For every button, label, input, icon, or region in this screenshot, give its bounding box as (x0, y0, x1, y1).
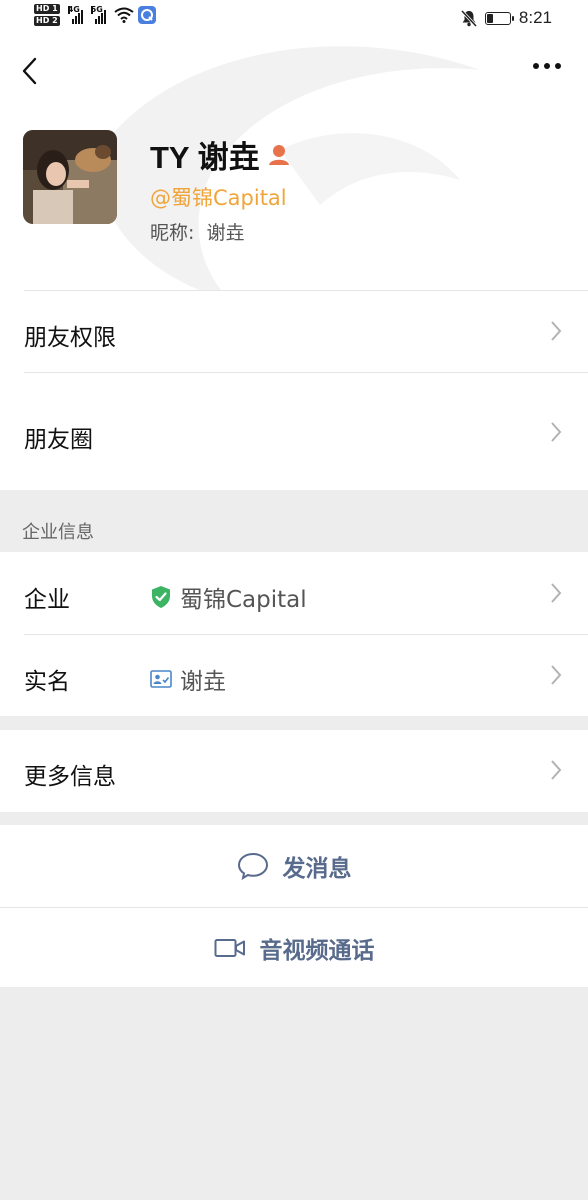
profile-name: TY 谢垚 (150, 132, 290, 177)
verified-shield-icon (152, 586, 170, 608)
app-notification-icon (137, 6, 156, 24)
clock: 8:21 (518, 8, 552, 27)
moments-label: 朋友圈 (24, 427, 93, 453)
chevron-right-icon (551, 583, 562, 603)
chevron-right-icon (551, 665, 562, 685)
video-camera-icon (214, 938, 245, 957)
back-arrow-icon[interactable] (20, 56, 40, 86)
hd1-badge: HD 1 (34, 4, 60, 14)
realname-text: 谢垚 (180, 669, 226, 695)
enterprise-company-row[interactable]: 企业 蜀锦Capital (0, 552, 588, 634)
hd2-badge: HD 2 (34, 16, 60, 26)
menu-friend-permissions[interactable]: 朋友权限 (0, 290, 588, 372)
profile-name-text: TY 谢垚 (150, 140, 260, 175)
more-info-row[interactable]: 更多信息 (0, 730, 588, 812)
enterprise-section-title: 企业信息 (22, 522, 94, 543)
more-options-icon[interactable] (532, 62, 562, 70)
more-info-label: 更多信息 (24, 764, 116, 790)
battery-fill (486, 13, 493, 23)
status-right: 8:21 (460, 8, 552, 28)
watermark-logo (98, 46, 480, 290)
id-card-icon (150, 670, 172, 688)
nickname-label: 昵称: (150, 222, 195, 244)
net1-label: 4G (67, 5, 80, 14)
status-bar: HD 1 HD 2 4G 5G 8:21 (0, 0, 588, 40)
realname-label: 实名 (24, 669, 70, 695)
profile-nickname: 昵称: 谢垚 (150, 218, 244, 245)
avatar[interactable] (23, 130, 117, 224)
send-message-label: 发消息 (282, 856, 352, 882)
company-label: 企业 (24, 587, 70, 613)
profile-handle: @蜀锦Capital (150, 186, 287, 210)
chevron-right-icon (551, 760, 562, 780)
av-call-button[interactable]: 音视频通话 (0, 907, 588, 987)
divider (24, 372, 588, 373)
send-message-button[interactable]: 发消息 (0, 825, 588, 907)
chevron-right-icon (551, 321, 562, 341)
signal-2-icon: 5G (90, 5, 106, 24)
company-name: 蜀锦Capital (180, 587, 307, 613)
av-call-label: 音视频通话 (259, 937, 375, 964)
profile-header: TY 谢垚 @蜀锦Capital 昵称: 谢垚 (0, 40, 588, 290)
bell-muted-icon (460, 9, 477, 27)
signal-1-icon: 4G (67, 5, 83, 24)
chevron-right-icon (551, 422, 562, 442)
wifi-icon (114, 7, 134, 23)
friend-permissions-label: 朋友权限 (24, 325, 116, 351)
battery-icon (484, 11, 514, 25)
divider (24, 634, 588, 635)
company-value: 蜀锦Capital (150, 580, 307, 614)
chat-bubble-icon (237, 852, 268, 880)
realname-value: 谢垚 (150, 662, 226, 696)
status-left: HD 1 HD 2 4G 5G (34, 4, 156, 26)
person-badge-icon (268, 144, 289, 165)
divider (24, 290, 588, 291)
nickname-value: 谢垚 (206, 222, 245, 244)
hd-indicators: HD 1 HD 2 (34, 4, 60, 26)
enterprise-realname-row[interactable]: 实名 谢垚 (0, 634, 588, 716)
net2-label: 5G (90, 5, 103, 14)
menu-moments[interactable]: 朋友圈 (0, 372, 588, 490)
